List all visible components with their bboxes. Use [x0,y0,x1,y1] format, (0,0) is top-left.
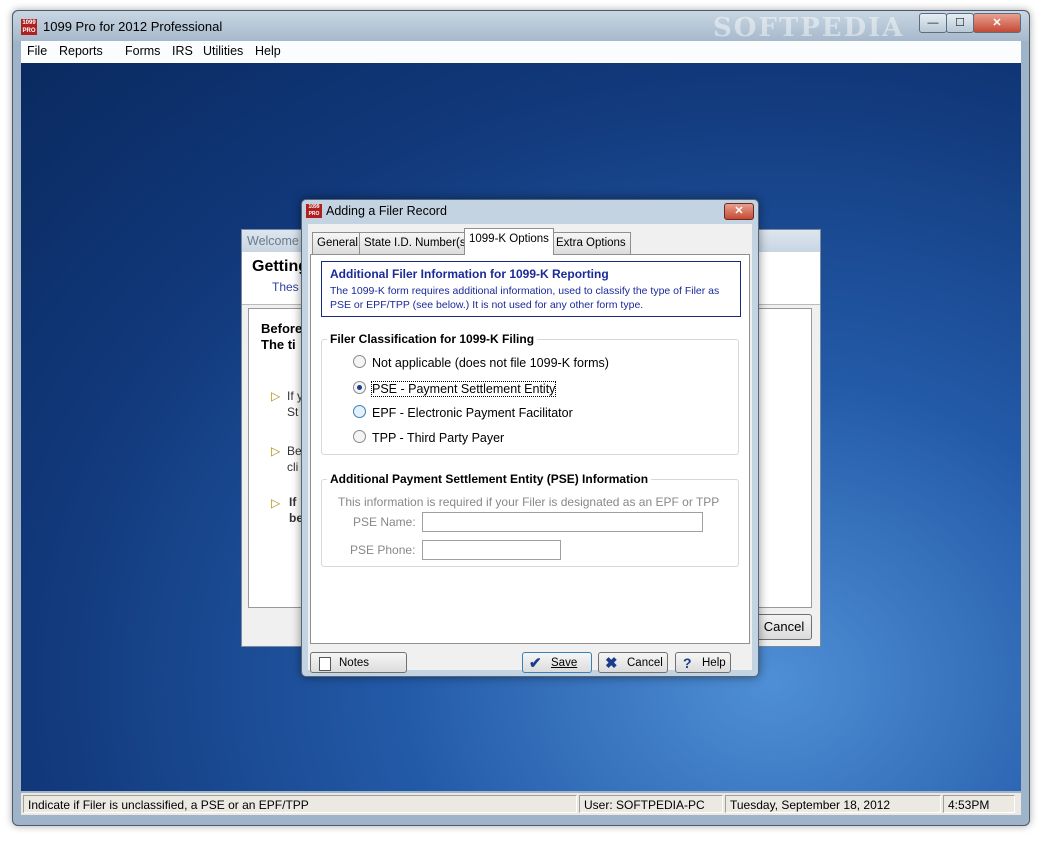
close-button[interactable]: ✕ [973,13,1021,33]
notes-button[interactable]: Notes [310,652,407,673]
question-icon: ? [683,655,692,671]
help-button-label: Help [702,657,726,669]
radio-pse[interactable]: PSE - Payment Settlement Entity [353,381,557,397]
status-bar: Indicate if Filer is unclassified, a PSE… [21,793,1021,815]
app-title: 1099 Pro for 2012 Professional [43,19,223,34]
menu-irs[interactable]: IRS [172,44,193,58]
main-window: 1099 PRO 1099 Pro for 2012 Professional … [12,10,1030,826]
minimize-button[interactable]: — [919,13,947,33]
menu-bar: File Reports Forms IRS Utilities Help [21,41,1021,64]
info-description: The 1099-K form requires additional info… [330,285,720,311]
dialog-title: Adding a Filer Record [326,204,447,218]
radio-tpp[interactable]: TPP - Third Party Payer [353,430,504,445]
app-logo: 1099 PRO [21,19,37,35]
tab-panel-1099k: Additional Filer Information for 1099-K … [310,254,750,644]
tip-arrow-icon: ▷ [271,496,281,510]
save-button-label: Save [551,657,578,669]
tip-text: St [287,405,299,419]
status-date: Tuesday, September 18, 2012 [725,795,941,813]
save-button[interactable]: ✔ Save [522,652,592,673]
pse-phone-label: PSE Phone: [350,543,416,557]
notes-button-label: Notes [339,657,370,669]
help-button[interactable]: ? Help [675,652,731,673]
radio-label: Not applicable (does not file 1099-K for… [372,356,609,370]
status-user: User: SOFTPEDIA-PC [579,795,723,813]
radio-label: TPP - Third Party Payer [372,431,505,445]
radio-button[interactable] [353,405,366,418]
cancel-button[interactable]: ✖ Cancel [598,652,668,673]
tip-text: Be [287,444,302,458]
tip-text: If [289,495,297,509]
tab-1099k-options[interactable]: 1099-K Options [464,228,554,255]
tip-arrow-icon: ▷ [271,444,281,458]
checkmark-icon: ✔ [529,655,542,672]
radio-not-applicable[interactable]: Not applicable (does not file 1099-K for… [353,355,609,370]
watermark: SOFTPEDIA [713,13,905,43]
pse-info-note: This information is required if your Fil… [338,495,720,509]
filer-record-dialog: 1099 PRO Adding a Filer Record ✕ General… [301,199,759,677]
welcome-subtitle: Thes [272,280,299,294]
cancel-button-label: Cancel [627,657,663,669]
dialog-close-button[interactable]: ✕ [724,203,754,220]
dialog-client-area: General State I.D. Number(s) 1099-K Opti… [308,224,752,673]
tip-arrow-icon: ▷ [271,389,281,403]
welcome-body-line: The ti [261,337,296,352]
radio-button[interactable] [353,355,366,368]
pse-name-input[interactable] [422,512,703,532]
welcome-body-line: Before [261,321,303,336]
pse-info-group-title: Additional Payment Settlement Entity (PS… [327,472,652,486]
status-message: Indicate if Filer is unclassified, a PSE… [23,795,577,813]
radio-button-selected[interactable] [353,381,366,394]
status-time: 4:53PM [943,795,1015,813]
x-icon: ✖ [605,655,618,672]
menu-file[interactable]: File [27,44,47,58]
menu-utilities[interactable]: Utilities [203,44,243,58]
welcome-heading: Getting [252,258,308,275]
tab-extra-options[interactable]: Extra Options [551,232,631,254]
maximize-button[interactable]: ☐ [946,13,974,33]
tip-text: cli [287,460,299,474]
pse-name-label: PSE Name: [353,515,416,529]
radio-epf[interactable]: EPF - Electronic Payment Facilitator [353,405,573,420]
welcome-title: Welcome [247,234,299,248]
title-bar[interactable]: 1099 PRO 1099 Pro for 2012 Professional … [13,11,1029,43]
mdi-workspace: Welcome Getting Thes Before The ti ▷ If … [21,63,1021,791]
notes-icon [319,657,331,671]
classification-group-title: Filer Classification for 1099-K Filing [327,332,538,346]
tab-general[interactable]: General [312,232,363,254]
info-box: Additional Filer Information for 1099-K … [321,261,741,317]
radio-button[interactable] [353,430,366,443]
menu-forms[interactable]: Forms [125,44,160,58]
menu-help[interactable]: Help [255,44,281,58]
radio-label: PSE - Payment Settlement Entity [370,381,557,397]
tab-state-id-numbers[interactable]: State I.D. Number(s) [359,232,475,254]
dialog-title-bar[interactable]: 1099 PRO Adding a Filer Record ✕ [302,200,758,222]
welcome-cancel-button[interactable]: Cancel [756,614,812,640]
pse-phone-input[interactable] [422,540,561,560]
menu-reports[interactable]: Reports [59,44,103,58]
info-title: Additional Filer Information for 1099-K … [330,267,609,281]
app-logo-icon: 1099 PRO [306,204,322,218]
radio-label: EPF - Electronic Payment Facilitator [372,406,573,420]
